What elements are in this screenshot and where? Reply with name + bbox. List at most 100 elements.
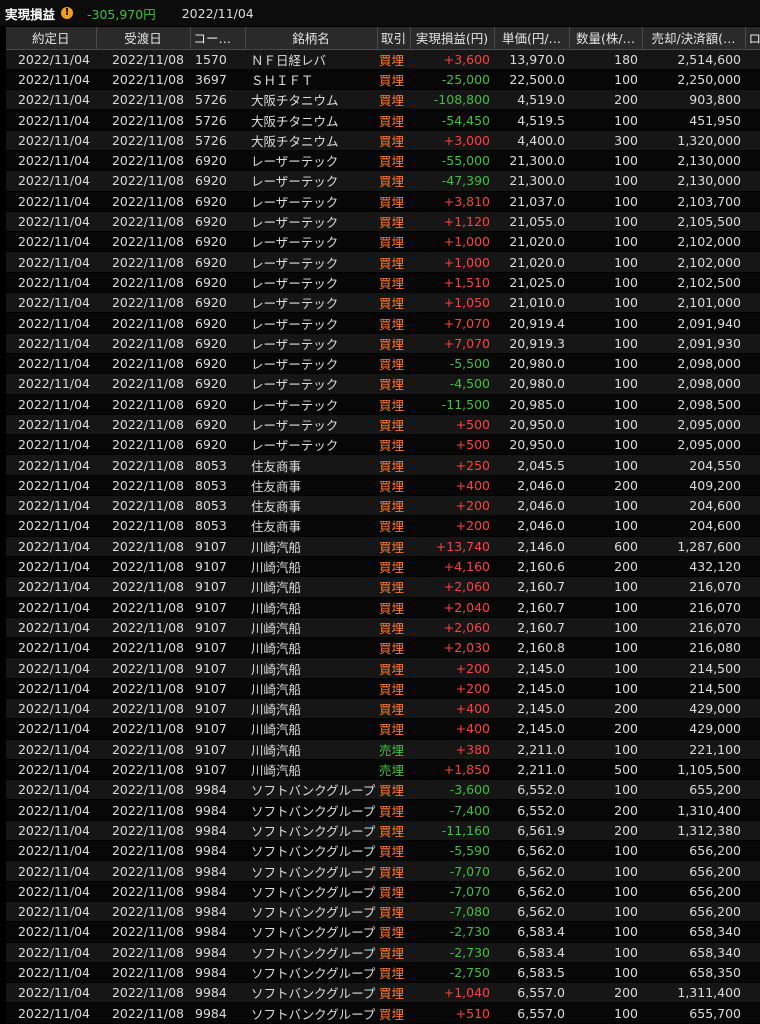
cell-amount: 221,100	[642, 739, 745, 760]
cell-trade-date: 2022/11/04	[6, 495, 96, 517]
table-row[interactable]: 2022/11/04 2022/11/08 9984 ソフトバンクグループ 買埋 -2,7…	[6, 962, 760, 984]
cell-name: 川崎汽船	[245, 556, 377, 578]
cell-trade-date: 2022/11/04	[6, 251, 96, 273]
col-header-code[interactable]: コード/…	[190, 27, 246, 50]
table-row[interactable]: 2022/11/04 2022/11/08 9984 ソフトバンクグループ 買埋 -11,…	[6, 820, 760, 842]
table-row[interactable]: 2022/11/04 2022/11/08 9984 ソフトバンクグループ 買埋 +1,0…	[6, 982, 760, 1004]
table-row[interactable]: 2022/11/04 2022/11/08 9107 川崎汽船 買埋 +2,030 2,16…	[6, 637, 760, 659]
cell-trade-date: 2022/11/04	[6, 89, 96, 111]
table-row[interactable]: 2022/11/04 2022/11/08 9107 川崎汽船 買埋 +13,740 2,1…	[6, 536, 760, 557]
cell-trade-date: 2022/11/04	[6, 739, 96, 760]
cell-extra	[745, 982, 760, 1004]
cell-extra	[745, 170, 760, 192]
cell-trade-date: 2022/11/04	[6, 942, 96, 963]
table-row[interactable]: 2022/11/04 2022/11/08 6920 レーザーテック 買埋 +1,510 2…	[6, 272, 760, 294]
col-header-amount[interactable]: 売却/決済額(…	[642, 27, 746, 50]
table-row[interactable]: 2022/11/04 2022/11/08 3697 ＳＨＩＦＴ 買埋 -25,000 22…	[6, 69, 760, 91]
table-row[interactable]: 2022/11/04 2022/11/08 9984 ソフトバンクグループ 買埋 -5,5…	[6, 840, 760, 862]
table-row[interactable]: 2022/11/04 2022/11/08 9107 川崎汽船 買埋 +400 2,145.…	[6, 718, 760, 740]
table-row[interactable]: 2022/11/04 2022/11/08 6920 レーザーテック 買埋 +500 20,…	[6, 434, 760, 456]
col-header-unit-price[interactable]: 単価(円/…	[494, 27, 570, 50]
cell-extra	[745, 130, 760, 151]
cell-realized-pl: -11,500	[410, 394, 494, 415]
cell-settlement-date: 2022/11/08	[96, 536, 190, 557]
table-row[interactable]: 2022/11/04 2022/11/08 9107 川崎汽船 買埋 +2,060 2,16…	[6, 617, 760, 639]
table-row[interactable]: 2022/11/04 2022/11/08 9107 川崎汽船 買埋 +2,040 2,16…	[6, 597, 760, 618]
cell-name: 住友商事	[245, 454, 377, 476]
col-header-trade-date[interactable]: 約定日	[6, 27, 97, 50]
table-row[interactable]: 2022/11/04 2022/11/08 9984 ソフトバンクグループ 買埋 -3,6…	[6, 779, 760, 801]
table-row[interactable]: 2022/11/04 2022/11/08 5726 大阪チタニウム 買埋 +3,000 4…	[6, 130, 760, 151]
col-header-realized-pl[interactable]: 実現損益(円)	[410, 27, 495, 50]
table-row[interactable]: 2022/11/04 2022/11/08 5726 大阪チタニウム 買埋 -108,80…	[6, 89, 760, 111]
table-row[interactable]: 2022/11/04 2022/11/08 9107 川崎汽船 売埋 +380 2,211.…	[6, 739, 760, 760]
table-row[interactable]: 2022/11/04 2022/11/08 9107 川崎汽船 買埋 +200 2,145.…	[6, 678, 760, 700]
table-row[interactable]: 2022/11/04 2022/11/08 8053 住友商事 買埋 +200 2,046.…	[6, 515, 760, 537]
cell-unit-price: 2,145.0	[494, 718, 569, 740]
cell-trade-date: 2022/11/04	[6, 69, 96, 91]
cell-unit-price: 2,046.0	[494, 495, 569, 517]
warning-icon[interactable]: !	[61, 7, 74, 19]
cell-realized-pl: +4,160	[410, 556, 494, 578]
cell-settlement-date: 2022/11/08	[96, 69, 190, 91]
table-row[interactable]: 2022/11/04 2022/11/08 9107 川崎汽船 買埋 +2,060 2,16…	[6, 576, 760, 598]
cell-amount: 2,098,000	[642, 353, 745, 375]
table-row[interactable]: 2022/11/04 2022/11/08 8053 住友商事 買埋 +250 2,045.…	[6, 454, 760, 476]
cell-code: 1570	[190, 49, 245, 70]
table-row[interactable]: 2022/11/04 2022/11/08 9984 ソフトバンクグループ 買埋 -2,7…	[6, 942, 760, 963]
table-row[interactable]: 2022/11/04 2022/11/08 8053 住友商事 買埋 +400 2,046.…	[6, 475, 760, 497]
table-row[interactable]: 2022/11/04 2022/11/08 9984 ソフトバンクグループ 買埋 -2,7…	[6, 921, 760, 943]
table-row[interactable]: 2022/11/04 2022/11/08 8053 住友商事 買埋 +200 2,046.…	[6, 495, 760, 517]
table-row[interactable]: 2022/11/04 2022/11/08 9107 川崎汽船 買埋 +400 2,145.…	[6, 698, 760, 720]
cell-quantity: 100	[569, 617, 642, 639]
table-row[interactable]: 2022/11/04 2022/11/08 6920 レーザーテック 買埋 +7,070 2…	[6, 312, 760, 334]
cell-extra	[745, 515, 760, 537]
table-row[interactable]: 2022/11/04 2022/11/08 9984 ソフトバンクグループ 買埋 -7,0…	[6, 881, 760, 902]
cell-settlement-date: 2022/11/08	[96, 515, 190, 537]
cell-name: レーザーテック	[245, 251, 377, 273]
table-row[interactable]: 2022/11/04 2022/11/08 6920 レーザーテック 買埋 +1,000 2…	[6, 231, 760, 253]
table-row[interactable]: 2022/11/04 2022/11/08 9984 ソフトバンクグループ 買埋 +510…	[6, 1002, 760, 1024]
table-row[interactable]: 2022/11/04 2022/11/08 6920 レーザーテック 買埋 +7,070 2…	[6, 333, 760, 354]
table-row[interactable]: 2022/11/04 2022/11/08 6920 レーザーテック 買埋 -4,500 2…	[6, 373, 760, 395]
cell-realized-pl: +400	[410, 698, 494, 720]
cell-settlement-date: 2022/11/08	[96, 414, 190, 436]
col-header-extra[interactable]: ロ	[745, 27, 760, 50]
table-row[interactable]: 2022/11/04 2022/11/08 6920 レーザーテック 買埋 +1,120 2…	[6, 211, 760, 233]
table-row[interactable]: 2022/11/04 2022/11/08 6920 レーザーテック 買埋 +3,810 2…	[6, 191, 760, 212]
table-row[interactable]: 2022/11/04 2022/11/08 6920 レーザーテック 買埋 +1,000 2…	[6, 251, 760, 273]
cell-settlement-date: 2022/11/08	[96, 454, 190, 476]
cell-name: 住友商事	[245, 515, 377, 537]
cell-quantity: 200	[569, 475, 642, 497]
table-row[interactable]: 2022/11/04 2022/11/08 6920 レーザーテック 買埋 -5,500 2…	[6, 353, 760, 375]
table-row[interactable]: 2022/11/04 2022/11/08 9984 ソフトバンクグループ 買埋 -7,0…	[6, 901, 760, 923]
cell-amount: 216,070	[642, 617, 745, 639]
cell-realized-pl: -5,590	[410, 840, 494, 862]
table-row[interactable]: 2022/11/04 2022/11/08 9984 ソフトバンクグループ 買埋 -7,0…	[6, 860, 760, 882]
table-row[interactable]: 2022/11/04 2022/11/08 6920 レーザーテック 買埋 +1,050 2…	[6, 292, 760, 314]
col-header-name[interactable]: 銘柄名	[245, 27, 378, 50]
cell-trade-type: 買埋	[377, 698, 410, 720]
cell-code: 6920	[190, 434, 245, 456]
col-header-settlement-date[interactable]: 受渡日	[96, 27, 191, 50]
cell-realized-pl: +1,000	[410, 251, 494, 273]
table-row[interactable]: 2022/11/04 2022/11/08 5726 大阪チタニウム 買埋 -54,450…	[6, 109, 760, 131]
cell-unit-price: 20,980.0	[494, 353, 569, 375]
table-row[interactable]: 2022/11/04 2022/11/08 6920 レーザーテック 買埋 +500 20,…	[6, 414, 760, 436]
table-row[interactable]: 2022/11/04 2022/11/08 6920 レーザーテック 買埋 -47,390…	[6, 170, 760, 192]
col-header-quantity[interactable]: 数量(株/…	[569, 27, 643, 50]
cell-code: 9984	[190, 901, 245, 923]
table-row[interactable]: 2022/11/04 2022/11/08 6920 レーザーテック 買埋 -11,500…	[6, 394, 760, 415]
table-row[interactable]: 2022/11/04 2022/11/08 6920 レーザーテック 買埋 -55,000…	[6, 150, 760, 172]
col-header-trade-type[interactable]: 取引	[377, 27, 411, 50]
cell-amount: 2,250,000	[642, 69, 745, 91]
cell-name: 川崎汽船	[245, 617, 377, 639]
cell-settlement-date: 2022/11/08	[96, 292, 190, 314]
table-row[interactable]: 2022/11/04 2022/11/08 9107 川崎汽船 買埋 +4,160 2,16…	[6, 556, 760, 578]
table-row[interactable]: 2022/11/04 2022/11/08 9107 川崎汽船 売埋 +1,850 2,21…	[6, 759, 760, 781]
cell-trade-type: 買埋	[377, 840, 410, 862]
table-row[interactable]: 2022/11/04 2022/11/08 9107 川崎汽船 買埋 +200 2,145.…	[6, 657, 760, 679]
table-row[interactable]: 2022/11/04 2022/11/08 1570 ＮＦ日経レバ 買埋 +3,600 13…	[6, 49, 760, 70]
cell-name: 大阪チタニウム	[245, 130, 377, 151]
table-row[interactable]: 2022/11/04 2022/11/08 9984 ソフトバンクグループ 買埋 -7,4…	[6, 799, 760, 821]
